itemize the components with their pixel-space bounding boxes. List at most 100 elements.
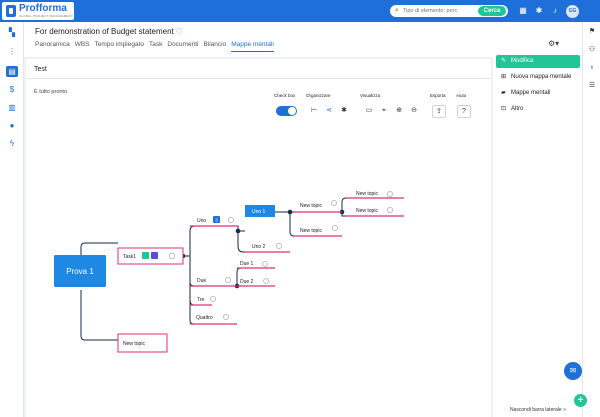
heart-icon[interactable]: ♡ (176, 27, 183, 36)
quattro-label: Quattro (196, 315, 213, 321)
due-node[interactable]: Due (190, 277, 237, 287)
due2-node[interactable]: Due 2 (237, 278, 275, 287)
branch-dot (287, 209, 293, 215)
tab-documents[interactable]: Documenti (167, 40, 198, 52)
more-label: Altro (511, 106, 524, 112)
search-button[interactable]: Cerca (478, 6, 506, 16)
connector-task1 (80, 242, 118, 255)
newtopic-d-label: New topic (356, 208, 378, 214)
edit-button[interactable]: ✎ Modifica (496, 55, 580, 68)
quattro-node[interactable]: Quattro (190, 314, 237, 325)
tab-time[interactable]: Tempo impiegato (95, 40, 145, 52)
checkbox-toggle[interactable] (276, 106, 297, 116)
panel-title: Test (34, 66, 47, 73)
tab-wbs[interactable]: WBS (75, 40, 90, 52)
due1-node[interactable]: Due 1 (237, 261, 275, 269)
node-status-circle[interactable] (168, 252, 176, 260)
settings-icon[interactable]: ✱ (534, 6, 544, 16)
due1-label: Due 1 (240, 261, 254, 267)
root-node-label: Prova 1 (66, 267, 94, 276)
view-group-label: Visualizza (360, 93, 381, 98)
search-box: ⌕ Cerca (390, 5, 508, 17)
avatar[interactable]: GG (566, 5, 579, 18)
tre-label: Tre (197, 297, 205, 303)
center-icon[interactable]: ⌖ (377, 105, 391, 118)
more-button[interactable]: ⊡ Altro (496, 103, 580, 116)
add-square-icon: ⊞ (501, 74, 507, 80)
notification-bell-icon[interactable]: ♪ (550, 6, 560, 16)
connector-uno (183, 225, 245, 257)
layout-tree-icon[interactable]: ⋖ (322, 105, 336, 118)
nav-reports-icon[interactable]: ▥ (6, 102, 18, 113)
newtopic-node-d[interactable]: New topic (346, 207, 404, 217)
export-icon[interactable]: ⇪ (432, 105, 446, 118)
zoom-out-icon[interactable]: ⊖ (407, 105, 421, 118)
logo-tagline: GLOBAL PROJECT MANAGEMENT (19, 14, 74, 18)
tre-node[interactable]: Tre (190, 296, 216, 306)
new-mindmap-button[interactable]: ⊞ Nuova mappa mentale (496, 71, 580, 84)
nav-money-icon[interactable]: $ (6, 84, 18, 95)
uno-label: Uno (197, 218, 206, 224)
node-status-circle[interactable] (225, 277, 231, 283)
newtopic-node-a[interactable]: New topic (294, 200, 342, 213)
calendar-icon[interactable]: ▦ (518, 6, 528, 16)
node-status-circle[interactable] (332, 225, 338, 231)
mindmap-panel: Test È tutto pronto Check box Organizzar… (26, 59, 491, 417)
nav-hierarchy-icon[interactable]: ⋮ (6, 46, 18, 57)
zoom-in-icon[interactable]: ⊕ (392, 105, 406, 118)
node-status-circle[interactable] (210, 296, 216, 302)
layout-radial-icon[interactable]: ✱ (337, 105, 351, 118)
wbs-badge-icon (151, 252, 158, 259)
fit-screen-icon[interactable]: ▭ (362, 105, 376, 118)
tab-budget[interactable]: Bilancio (203, 40, 226, 52)
nav-user-icon[interactable]: ● (6, 120, 18, 131)
node-status-circle[interactable] (387, 191, 393, 197)
newtopic-b-label: New topic (300, 228, 322, 234)
uno2-label: Uno 2 (252, 244, 266, 250)
uno-node[interactable]: Uno 3 (190, 216, 238, 227)
uno2-node[interactable]: Uno 2 (245, 243, 290, 253)
gear-icon[interactable]: ⚙▾ (548, 39, 559, 48)
pencil-icon: ✎ (501, 58, 507, 64)
left-nav-rail: ▚ ⋮ ▤ $ ▥ ● ϟ (0, 22, 24, 417)
nav-projects-icon[interactable]: ▤ (6, 66, 18, 77)
mindmap-canvas: Prova 1 Task1 New topic Uno 3 Due Tre Qu… (54, 191, 404, 353)
task1-label: Task1 (123, 254, 136, 260)
chat-bubble-icon[interactable]: ✉ (564, 362, 582, 380)
newtopic-a-label: New topic (300, 203, 322, 209)
newtopic-node-c[interactable]: New topic (346, 191, 404, 199)
lightbulb-icon[interactable]: ♁ (587, 63, 597, 73)
tab-task[interactable]: Task (149, 40, 162, 52)
node-status-circle[interactable] (276, 243, 282, 249)
flag-icon[interactable]: ⚑ (587, 27, 597, 37)
help-icon[interactable]: ? (457, 105, 471, 118)
node-status-circle[interactable] (387, 207, 393, 213)
connector-newtopic (80, 290, 118, 341)
tab-mindmaps[interactable]: Mappe mentali (231, 40, 274, 52)
logo-name: Profforma (19, 3, 67, 14)
nav-dashboard-icon[interactable]: ▚ (6, 27, 18, 38)
status-text: È tutto pronto (34, 89, 68, 95)
mindmaps-label: Mappe mentali (511, 90, 551, 96)
mindmaps-button[interactable]: ▰ Mappe mentali (496, 87, 580, 100)
search-input[interactable] (403, 7, 469, 15)
newtopic-node-b[interactable]: New topic (294, 225, 342, 237)
export-group-label: Esporta (430, 93, 446, 98)
nav-bolt-icon[interactable]: ϟ (6, 138, 18, 149)
layout-right-icon[interactable]: ⊢ (307, 105, 321, 118)
node-status-circle[interactable] (262, 261, 268, 267)
new-mindmap-label: Nuova mappa mentale (511, 74, 572, 80)
node-status-circle[interactable] (263, 278, 269, 284)
tab-overview[interactable]: Panoramica (35, 40, 70, 52)
node-status-circle[interactable] (228, 217, 234, 223)
newtopic-label: New topic (123, 341, 145, 347)
hide-sidebar-link[interactable]: Nascondi barra laterale » (510, 407, 566, 413)
filters-icon[interactable]: ☰ (587, 81, 597, 91)
add-fab-icon[interactable]: + (574, 394, 587, 407)
node-status-circle[interactable] (331, 200, 337, 206)
edit-label: Modifica (511, 58, 534, 64)
logo[interactable]: Profforma GLOBAL PROJECT MANAGEMENT (2, 2, 74, 20)
more-icon: ⊡ (501, 106, 507, 112)
node-status-circle[interactable] (223, 314, 229, 320)
team-icon[interactable]: ⚇ (587, 45, 597, 55)
